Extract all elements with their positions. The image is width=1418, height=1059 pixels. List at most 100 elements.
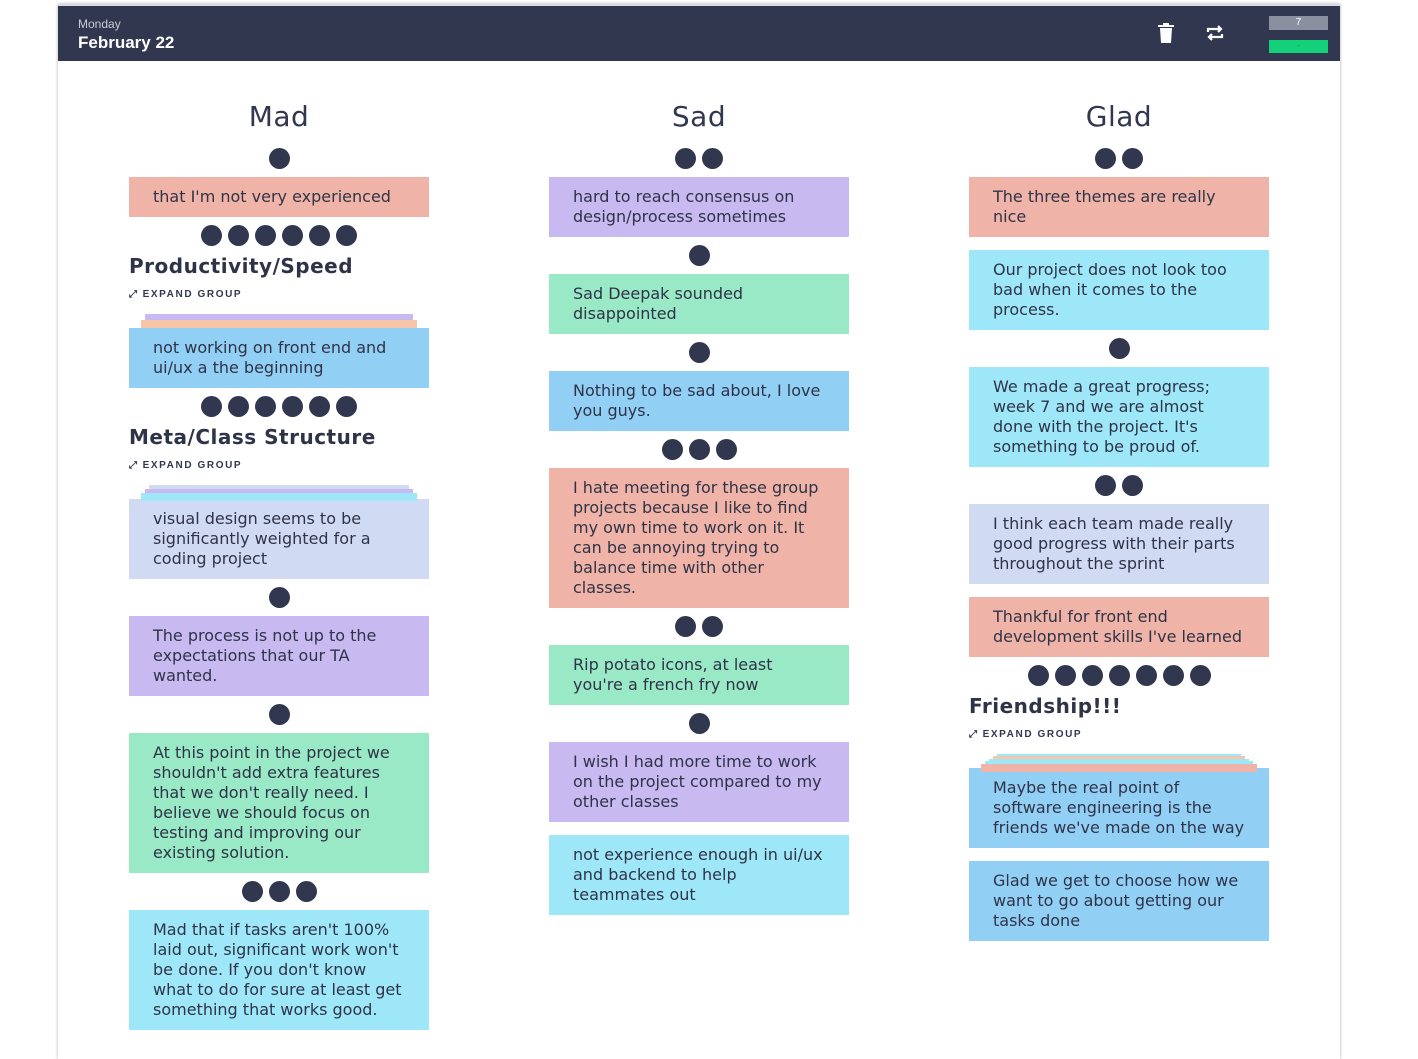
sticky-note[interactable]: not working on front end and ui/ux a the…	[129, 328, 429, 388]
vote-dots[interactable]	[549, 616, 849, 637]
ready-status-bar[interactable]: -	[1269, 40, 1328, 53]
collapsed-group-stack	[129, 485, 429, 501]
expand-icon: ⤢	[129, 460, 139, 471]
vote-dot	[201, 396, 222, 417]
stacked-card-edge	[981, 763, 1257, 772]
sticky-note[interactable]: not experience enough in ui/ux and backe…	[549, 835, 849, 915]
vote-dot	[309, 396, 330, 417]
vote-dots[interactable]	[549, 245, 849, 266]
vote-dots[interactable]	[969, 475, 1269, 496]
vote-dots[interactable]	[129, 148, 429, 169]
column-mad: Mad that I'm not very experienced Product…	[129, 100, 429, 1030]
sticky-note[interactable]: Nothing to be sad about, I love you guys…	[549, 371, 849, 431]
sticky-note[interactable]: We made a great progress; week 7 and we …	[969, 367, 1269, 467]
expand-group-label: EXPAND GROUP	[142, 460, 243, 471]
vote-dot	[255, 396, 276, 417]
vote-dots[interactable]	[969, 148, 1269, 169]
vote-dot	[228, 396, 249, 417]
vote-dot	[1189, 665, 1211, 686]
vote-dot	[688, 439, 710, 460]
column-title: Mad	[248, 100, 310, 133]
column-body: that I'm not very experienced Productivit…	[129, 148, 429, 1030]
vote-dot	[702, 148, 723, 169]
trash-icon[interactable]	[1153, 20, 1179, 46]
vote-dot	[268, 881, 290, 902]
vote-dot	[1122, 475, 1143, 496]
vote-dot	[715, 439, 737, 460]
sticky-note[interactable]: Mad that if tasks aren't 100% laid out, …	[129, 910, 429, 1030]
participant-counter: 7	[1269, 16, 1328, 30]
vote-dot	[688, 342, 710, 363]
vote-dot	[309, 225, 330, 246]
vote-dots[interactable]	[129, 881, 429, 902]
vote-dot	[661, 439, 683, 460]
column-body: The three themes are really nice Our proj…	[969, 148, 1269, 941]
group-title[interactable]: Meta/Class Structure	[129, 425, 429, 449]
date-label: February 22	[78, 33, 175, 52]
expand-group-button[interactable]: ⤢ EXPAND GROUP	[129, 459, 429, 473]
vote-dot	[255, 225, 276, 246]
vote-dot	[268, 704, 290, 725]
vote-dots[interactable]	[549, 148, 849, 169]
sticky-note[interactable]: Thankful for front end development skill…	[969, 597, 1269, 657]
column-sad: Sad hard to reach consensus on design/pr…	[549, 100, 849, 915]
sticky-note[interactable]: I hate meeting for these group projects …	[549, 468, 849, 608]
expand-group-label: EXPAND GROUP	[142, 289, 243, 300]
vote-dot	[1095, 148, 1116, 169]
sticky-note[interactable]: that I'm not very experienced	[129, 177, 429, 217]
vote-dots[interactable]	[129, 396, 429, 417]
sticky-note[interactable]: Rip potato icons, at least you're a fren…	[549, 645, 849, 705]
vote-dot	[1081, 665, 1103, 686]
vote-dot	[675, 616, 696, 637]
sticky-note[interactable]: I wish I had more time to work on the pr…	[549, 742, 849, 822]
group-title[interactable]: Friendship!!!	[969, 694, 1269, 718]
vote-dot	[201, 225, 222, 246]
vote-dots[interactable]	[129, 587, 429, 608]
vote-dots[interactable]	[549, 439, 849, 460]
sticky-note[interactable]: Glad we get to choose how we want to go …	[969, 861, 1269, 941]
vote-dot	[1054, 665, 1076, 686]
vote-dot	[688, 713, 710, 734]
collapsed-group-stack	[129, 314, 429, 328]
vote-dots[interactable]	[549, 713, 849, 734]
sticky-note[interactable]: The three themes are really nice	[969, 177, 1269, 237]
vote-dot	[282, 225, 303, 246]
top-bar: Monday February 22 7 -	[58, 4, 1340, 61]
vote-dot	[1108, 665, 1130, 686]
collapsed-group-stack	[969, 754, 1269, 772]
vote-dot	[282, 396, 303, 417]
column-body: hard to reach consensus on design/proces…	[549, 148, 849, 915]
vote-dot	[336, 396, 357, 417]
sticky-note[interactable]: visual design seems to be significantly …	[129, 499, 429, 579]
expand-icon: ⤢	[969, 729, 979, 740]
sticky-note[interactable]: Our project does not look too bad when i…	[969, 250, 1269, 330]
column-title: Sad	[671, 100, 727, 133]
vote-dot	[295, 881, 317, 902]
vote-dot	[1027, 665, 1049, 686]
group-title[interactable]: Productivity/Speed	[129, 254, 429, 278]
sticky-note[interactable]: At this point in the project we shouldn'…	[129, 733, 429, 873]
sticky-note[interactable]: I think each team made really good progr…	[969, 504, 1269, 584]
expand-group-button[interactable]: ⤢ EXPAND GROUP	[969, 728, 1269, 742]
vote-dot	[1122, 148, 1143, 169]
repeat-icon[interactable]	[1202, 20, 1228, 46]
vote-dot	[675, 148, 696, 169]
vote-dots[interactable]	[129, 225, 429, 246]
vote-dots[interactable]	[969, 665, 1269, 686]
column-title: Glad	[1085, 100, 1153, 133]
sticky-note[interactable]: The process is not up to the expectation…	[129, 616, 429, 696]
sticky-note[interactable]: Maybe the real point of software enginee…	[969, 768, 1269, 848]
vote-dot	[268, 587, 290, 608]
expand-group-button[interactable]: ⤢ EXPAND GROUP	[129, 288, 429, 302]
vote-dot	[1108, 338, 1130, 359]
vote-dot	[268, 148, 290, 169]
vote-dot	[336, 225, 357, 246]
vote-dots[interactable]	[129, 704, 429, 725]
vote-dots[interactable]	[549, 342, 849, 363]
sticky-note[interactable]: hard to reach consensus on design/proces…	[549, 177, 849, 237]
vote-dot	[1162, 665, 1184, 686]
vote-dots[interactable]	[969, 338, 1269, 359]
expand-icon: ⤢	[129, 289, 139, 300]
stacked-card-edge	[141, 493, 417, 501]
sticky-note[interactable]: Sad Deepak sounded disappointed	[549, 274, 849, 334]
